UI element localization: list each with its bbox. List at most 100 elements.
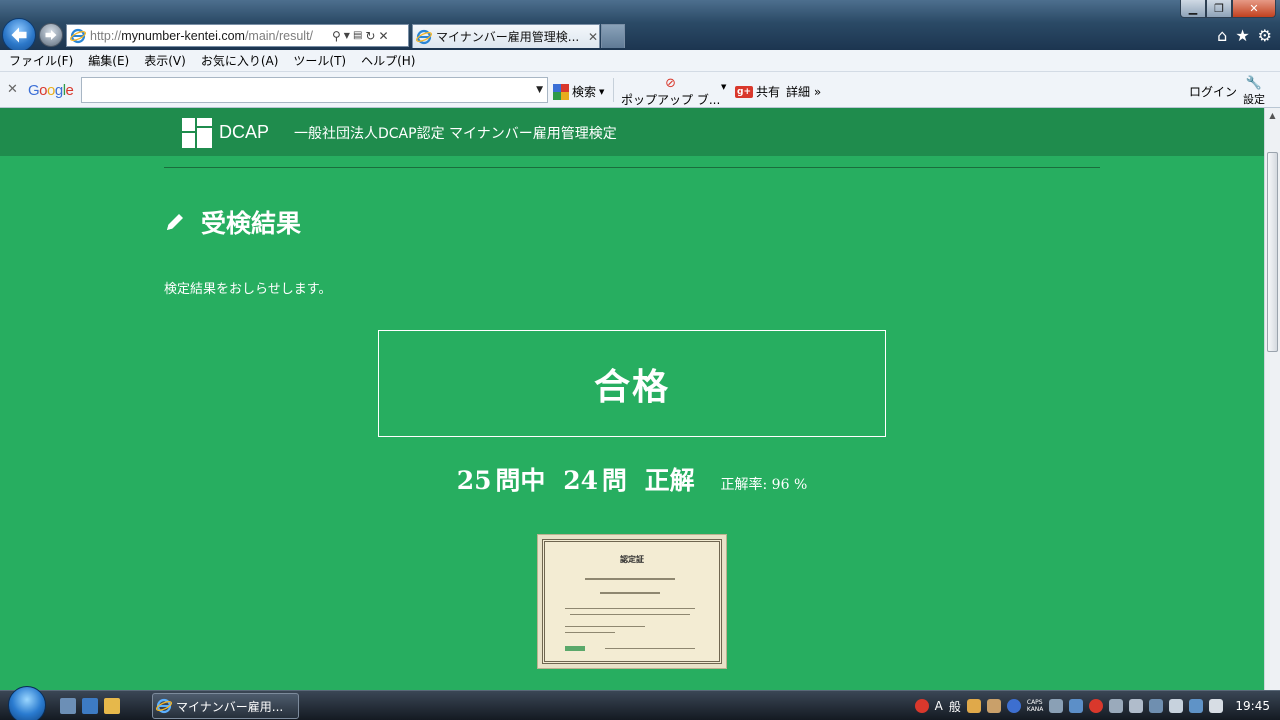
dropdown-arrow-icon[interactable]: ▼ [599, 88, 604, 96]
favorites-star-icon[interactable]: ★ [1235, 26, 1249, 45]
restore-button[interactable]: ❐ [1206, 0, 1232, 18]
monitor-icon[interactable] [1149, 699, 1164, 713]
google-g-icon [553, 83, 569, 100]
menu-help[interactable]: ヘルプ(H) [361, 52, 415, 69]
stop-icon[interactable]: ✕ [378, 29, 388, 43]
login-link[interactable]: ログイン [1189, 83, 1237, 100]
google-search-input[interactable]: ▼ [81, 77, 548, 103]
wifi-icon[interactable] [1189, 699, 1204, 713]
menu-bar: ファイル(F) 編集(E) 表示(V) お気に入り(A) ツール(T) ヘルプ(… [0, 50, 1280, 72]
page-title: 受検結果 [201, 209, 302, 238]
network-icon[interactable] [1109, 699, 1124, 713]
certificate-line [565, 626, 645, 627]
certificate-line [570, 614, 690, 615]
url-host: mynumber-kentei.com [121, 28, 245, 43]
dcap-logo-icon[interactable] [182, 118, 212, 148]
menu-favorites[interactable]: お気に入り(A) [201, 52, 279, 69]
compatibility-view-icon[interactable]: ▤ [353, 30, 362, 41]
tab-close-icon[interactable]: ✕ [588, 30, 598, 44]
certificate-image[interactable]: 認定証 [537, 534, 727, 669]
refresh-icon[interactable]: ↻ [365, 29, 375, 43]
scroll-up-icon[interactable]: ▲ [1265, 108, 1280, 124]
display-icon[interactable] [1129, 699, 1144, 713]
taskbar-ie-button[interactable]: マイナンバー雇用... [152, 693, 299, 719]
security-alert-icon[interactable] [1089, 699, 1104, 713]
ime-options-icon[interactable] [1049, 699, 1064, 713]
address-url[interactable]: http://mynumber-kentei.com/main/result/ [90, 29, 328, 43]
result-text: 合格 [593, 366, 670, 408]
toolbar-close-icon[interactable]: ✕ [7, 82, 18, 97]
close-button[interactable]: ✕ [1232, 0, 1276, 18]
tab-title: マイナンバー雇用管理検... [436, 30, 580, 44]
pencil-icon [167, 214, 183, 230]
forward-button[interactable] [39, 23, 63, 47]
certificate-line [585, 578, 675, 580]
site-logo-text[interactable]: DCAP [219, 122, 269, 143]
scroll-thumb[interactable] [1267, 152, 1278, 352]
tab-active[interactable]: マイナンバー雇用管理検... ✕ [412, 24, 600, 48]
show-desktop-icon[interactable] [60, 698, 76, 714]
popup-blocker-icon: ⊘ [665, 76, 677, 91]
taskbar-ie-label: マイナンバー雇用... [176, 699, 284, 714]
popup-blocker-button[interactable]: ⊘ ポップアップ ブ... [621, 76, 720, 108]
new-tab-button[interactable] [601, 24, 625, 48]
more-label: 詳細 » [786, 85, 822, 99]
settings-button[interactable]: 🔧 設定 [1243, 76, 1265, 107]
ime-a-label[interactable]: A [935, 699, 943, 713]
address-bar[interactable]: http://mynumber-kentei.com/main/result/ … [66, 24, 409, 47]
menu-view[interactable]: 表示(V) [144, 52, 186, 69]
site-title: 一般社団法人DCAP認定 マイナンバー雇用管理検定 [294, 126, 617, 142]
home-icon[interactable]: ⌂ [1217, 26, 1227, 45]
page-viewport: DCAP 一般社団法人DCAP認定 マイナンバー雇用管理検定 受検結果 検定結果… [0, 108, 1264, 690]
score-total: 25 [456, 466, 492, 495]
menu-edit[interactable]: 編集(E) [88, 52, 129, 69]
taskbar-clock[interactable]: 19:45 [1235, 699, 1270, 713]
share-label: 共有 [755, 85, 780, 99]
score-correct-unit: 問 [601, 466, 627, 495]
start-button[interactable] [8, 686, 46, 720]
score-correct-label: 正解 [644, 466, 695, 495]
settings-label: 設定 [1243, 93, 1265, 106]
ime-icon[interactable] [914, 699, 929, 713]
score-correct: 24 [563, 466, 598, 495]
tray-app-icon[interactable] [1069, 699, 1084, 713]
window-switch-icon[interactable] [82, 698, 98, 714]
ime-tool-icon[interactable] [966, 699, 981, 713]
certificate-logo [565, 646, 585, 651]
minimize-button[interactable]: ▁ [1180, 0, 1206, 18]
certificate-line [605, 648, 695, 649]
arrow-right-icon [45, 29, 57, 41]
help-icon[interactable] [1006, 699, 1021, 713]
url-scheme: http:// [90, 28, 122, 43]
battery-icon[interactable] [1169, 699, 1184, 713]
dropdown-arrow-icon[interactable]: ▼ [721, 83, 726, 91]
ime-dictionary-icon[interactable] [986, 699, 1001, 713]
popup-label: ポップアップ ブ... [621, 93, 721, 107]
dropdown-arrow-icon[interactable]: ▼ [344, 31, 350, 40]
score-total-unit: 問中 [495, 466, 546, 495]
caps-label: CAPS [1026, 699, 1043, 706]
dropdown-arrow-icon[interactable]: ▼ [536, 85, 543, 95]
menu-tools[interactable]: ツール(T) [293, 52, 346, 69]
gear-icon[interactable]: ⚙ [1258, 26, 1272, 45]
ime-mode-label[interactable]: 般 [949, 698, 961, 715]
more-button[interactable]: 詳細 » [786, 83, 821, 100]
certificate-line [600, 592, 660, 594]
result-box: 合格 [378, 330, 886, 437]
search-icon[interactable]: ⚲ [332, 29, 341, 43]
search-label: 検索 [572, 85, 597, 99]
menu-file[interactable]: ファイル(F) [9, 52, 73, 69]
certificate-line [565, 632, 615, 633]
share-button[interactable]: g+ 共有 [735, 83, 780, 100]
toolbar-divider [613, 78, 614, 102]
mail-icon[interactable] [104, 698, 120, 714]
google-search-button[interactable]: 検索 ▼ [553, 83, 604, 100]
divider [164, 167, 1100, 168]
vertical-scrollbar[interactable]: ▲ [1264, 108, 1280, 690]
window-controls: ▁ ❐ ✕ [1180, 0, 1276, 18]
back-button[interactable] [2, 18, 36, 52]
volume-icon[interactable] [1209, 699, 1224, 713]
google-logo: Google [28, 82, 74, 99]
url-path: /main/result/ [244, 28, 314, 43]
google-toolbar: ✕ Google ▼ 検索 ▼ ⊘ ポップアップ ブ... ▼ g+ 共有 詳細… [0, 72, 1280, 108]
